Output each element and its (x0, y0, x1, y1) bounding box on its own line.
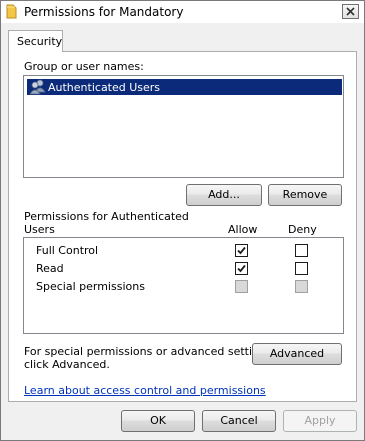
group-names-label: Group or user names: (24, 60, 144, 73)
ok-button[interactable]: OK (121, 410, 195, 432)
check-icon (237, 264, 246, 273)
allow-column-header: Allow (228, 223, 258, 236)
add-button[interactable]: Add... (186, 184, 262, 206)
tab-security[interactable]: Security (8, 30, 63, 52)
remove-button[interactable]: Remove (268, 184, 342, 206)
check-icon (237, 246, 246, 255)
list-item[interactable]: Authenticated Users (27, 79, 342, 95)
cancel-button[interactable]: Cancel (202, 410, 276, 432)
advanced-button[interactable]: Advanced (252, 343, 342, 365)
deny-column-header: Deny (288, 223, 317, 236)
list-item-label: Authenticated Users (48, 81, 161, 94)
window-title: Permissions for Mandatory (24, 5, 184, 19)
permissions-list: Full Control Read Special permissions (23, 237, 344, 334)
permissions-header-line1: Permissions for Authenticated (24, 210, 189, 223)
permissions-header-line2: Users (24, 223, 55, 236)
allow-checkbox-full-control[interactable] (235, 244, 248, 257)
close-icon (346, 7, 355, 16)
table-row: Read (24, 260, 343, 278)
permission-name: Special permissions (36, 280, 145, 293)
folder-icon (6, 4, 17, 19)
learn-access-control-link[interactable]: Learn about access control and permissio… (24, 384, 266, 397)
users-group-icon (29, 79, 46, 98)
title-bar[interactable]: Permissions for Mandatory (1, 1, 364, 23)
deny-checkbox-full-control[interactable] (295, 244, 308, 257)
permissions-dialog: Permissions for Mandatory Security Group… (0, 0, 365, 441)
allow-checkbox-special (235, 280, 248, 293)
deny-checkbox-special (295, 280, 308, 293)
group-user-listbox[interactable]: Authenticated Users (23, 75, 344, 178)
deny-checkbox-read[interactable] (295, 262, 308, 275)
table-row: Full Control (24, 242, 343, 260)
close-button[interactable] (342, 4, 359, 19)
advanced-help-text-line1: For special permissions or advanced sett… (24, 345, 276, 358)
advanced-help-text-line2: click Advanced. (24, 358, 110, 371)
permission-name: Full Control (36, 244, 99, 257)
table-row: Special permissions (24, 278, 343, 296)
allow-checkbox-read[interactable] (235, 262, 248, 275)
permission-name: Read (36, 262, 64, 275)
tab-security-label: Security (17, 35, 63, 48)
apply-button[interactable]: Apply (283, 410, 357, 432)
